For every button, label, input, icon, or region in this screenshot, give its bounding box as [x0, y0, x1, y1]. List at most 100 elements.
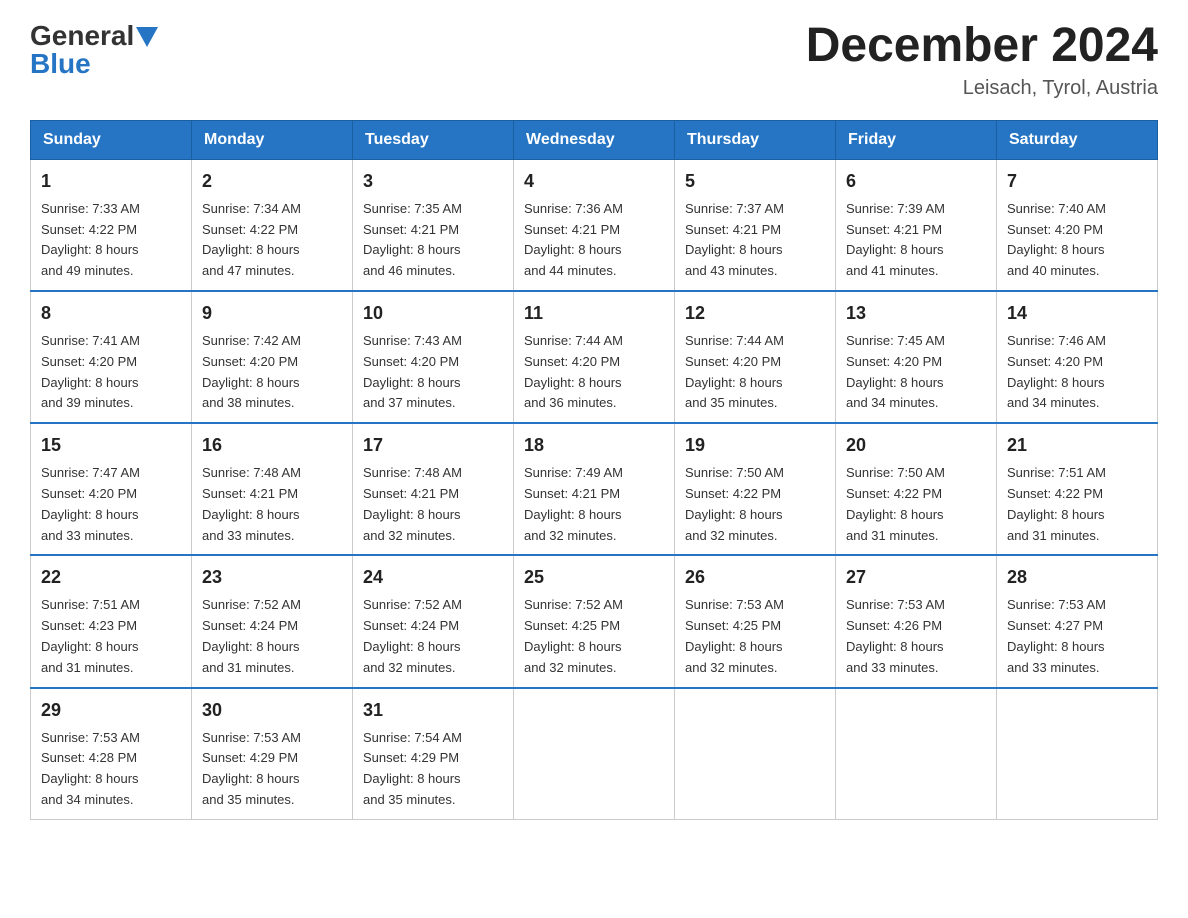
- calendar-cell: 11 Sunrise: 7:44 AMSunset: 4:20 PMDayligh…: [514, 291, 675, 423]
- calendar-header-friday: Friday: [836, 120, 997, 159]
- calendar-table: SundayMondayTuesdayWednesdayThursdayFrid…: [30, 120, 1158, 820]
- day-info: Sunrise: 7:40 AMSunset: 4:20 PMDaylight:…: [1007, 199, 1147, 282]
- day-number: 21: [1007, 432, 1147, 459]
- calendar-cell: 22Sunrise: 7:51 AMSunset: 4:23 PMDayligh…: [31, 555, 192, 687]
- day-number: 24: [363, 564, 503, 591]
- logo-blue-text: Blue: [30, 48, 91, 80]
- day-number: 11: [524, 300, 664, 327]
- day-info: Sunrise: 7:50 AMSunset: 4:22 PMDaylight:…: [685, 463, 825, 546]
- day-info: Sunrise: 7:48 AMSunset: 4:21 PMDaylight:…: [202, 463, 342, 546]
- calendar-cell: 4 Sunrise: 7:36 AMSunset: 4:21 PMDaylight…: [514, 159, 675, 291]
- calendar-header-saturday: Saturday: [997, 120, 1158, 159]
- day-info: Sunrise: 7:53 AMSunset: 4:28 PMDaylight:…: [41, 728, 181, 811]
- day-info: Sunrise: 7:49 AMSunset: 4:21 PMDaylight:…: [524, 463, 664, 546]
- day-info: Sunrise: 7:39 AMSunset: 4:21 PMDaylight:…: [846, 199, 986, 282]
- day-info: Sunrise: 7:53 AMSunset: 4:29 PMDaylight:…: [202, 728, 342, 811]
- calendar-cell: [997, 688, 1158, 820]
- calendar-cell: 6Sunrise: 7:39 AMSunset: 4:21 PMDaylight…: [836, 159, 997, 291]
- calendar-header-thursday: Thursday: [675, 120, 836, 159]
- calendar-header-wednesday: Wednesday: [514, 120, 675, 159]
- calendar-header-monday: Monday: [192, 120, 353, 159]
- day-info: Sunrise: 7:36 AMSunset: 4:21 PMDaylight:…: [524, 199, 664, 282]
- calendar-week-row: 29 Sunrise: 7:53 AMSunset: 4:28 PMDayligh…: [31, 688, 1158, 820]
- day-info: Sunrise: 7:48 AMSunset: 4:21 PMDaylight:…: [363, 463, 503, 546]
- day-info: Sunrise: 7:52 AMSunset: 4:24 PMDaylight:…: [202, 595, 342, 678]
- calendar-header-row: SundayMondayTuesdayWednesdayThursdayFrid…: [31, 120, 1158, 159]
- calendar-cell: 13 Sunrise: 7:45 AMSunset: 4:20 PMDayligh…: [836, 291, 997, 423]
- day-number: 12: [685, 300, 825, 327]
- day-info: Sunrise: 7:51 AMSunset: 4:22 PMDaylight:…: [1007, 463, 1147, 546]
- day-number: 16: [202, 432, 342, 459]
- calendar-cell: 21 Sunrise: 7:51 AMSunset: 4:22 PMDayligh…: [997, 423, 1158, 555]
- day-number: 14: [1007, 300, 1147, 327]
- month-year-title: December 2024: [806, 20, 1158, 73]
- day-number: 4: [524, 168, 664, 195]
- calendar-cell: 5 Sunrise: 7:37 AMSunset: 4:21 PMDaylight…: [675, 159, 836, 291]
- calendar-cell: 17 Sunrise: 7:48 AMSunset: 4:21 PMDayligh…: [353, 423, 514, 555]
- calendar-cell: 20 Sunrise: 7:50 AMSunset: 4:22 PMDayligh…: [836, 423, 997, 555]
- day-info: Sunrise: 7:46 AMSunset: 4:20 PMDaylight:…: [1007, 331, 1147, 414]
- day-number: 27: [846, 564, 986, 591]
- day-info: Sunrise: 7:35 AMSunset: 4:21 PMDaylight:…: [363, 199, 503, 282]
- day-number: 13: [846, 300, 986, 327]
- day-info: Sunrise: 7:43 AMSunset: 4:20 PMDaylight:…: [363, 331, 503, 414]
- day-number: 3: [363, 168, 503, 195]
- calendar-cell: 2 Sunrise: 7:34 AMSunset: 4:22 PMDaylight…: [192, 159, 353, 291]
- day-number: 10: [363, 300, 503, 327]
- day-info: Sunrise: 7:34 AMSunset: 4:22 PMDaylight:…: [202, 199, 342, 282]
- day-number: 8: [41, 300, 181, 327]
- day-number: 23: [202, 564, 342, 591]
- calendar-cell: 8 Sunrise: 7:41 AMSunset: 4:20 PMDaylight…: [31, 291, 192, 423]
- calendar-cell: 15 Sunrise: 7:47 AMSunset: 4:20 PMDayligh…: [31, 423, 192, 555]
- calendar-cell: 9Sunrise: 7:42 AMSunset: 4:20 PMDaylight…: [192, 291, 353, 423]
- day-info: Sunrise: 7:51 AMSunset: 4:23 PMDaylight:…: [41, 595, 181, 678]
- day-number: 20: [846, 432, 986, 459]
- calendar-cell: [836, 688, 997, 820]
- day-info: Sunrise: 7:37 AMSunset: 4:21 PMDaylight:…: [685, 199, 825, 282]
- day-info: Sunrise: 7:44 AMSunset: 4:20 PMDaylight:…: [524, 331, 664, 414]
- day-number: 15: [41, 432, 181, 459]
- day-info: Sunrise: 7:54 AMSunset: 4:29 PMDaylight:…: [363, 728, 503, 811]
- day-number: 19: [685, 432, 825, 459]
- calendar-cell: 16 Sunrise: 7:48 AMSunset: 4:21 PMDayligh…: [192, 423, 353, 555]
- calendar-cell: 30 Sunrise: 7:53 AMSunset: 4:29 PMDayligh…: [192, 688, 353, 820]
- day-number: 5: [685, 168, 825, 195]
- calendar-cell: 18Sunrise: 7:49 AMSunset: 4:21 PMDayligh…: [514, 423, 675, 555]
- day-number: 17: [363, 432, 503, 459]
- day-info: Sunrise: 7:41 AMSunset: 4:20 PMDaylight:…: [41, 331, 181, 414]
- calendar-cell: 29 Sunrise: 7:53 AMSunset: 4:28 PMDayligh…: [31, 688, 192, 820]
- calendar-cell: 3 Sunrise: 7:35 AMSunset: 4:21 PMDaylight…: [353, 159, 514, 291]
- day-info: Sunrise: 7:50 AMSunset: 4:22 PMDaylight:…: [846, 463, 986, 546]
- page-header: General Blue December 2024 Leisach, Tyro…: [30, 20, 1158, 100]
- calendar-week-row: 15 Sunrise: 7:47 AMSunset: 4:20 PMDayligh…: [31, 423, 1158, 555]
- calendar-week-row: 1 Sunrise: 7:33 AMSunset: 4:22 PMDaylight…: [31, 159, 1158, 291]
- calendar-week-row: 8 Sunrise: 7:41 AMSunset: 4:20 PMDaylight…: [31, 291, 1158, 423]
- calendar-cell: 24 Sunrise: 7:52 AMSunset: 4:24 PMDayligh…: [353, 555, 514, 687]
- calendar-cell: 25Sunrise: 7:52 AMSunset: 4:25 PMDayligh…: [514, 555, 675, 687]
- day-info: Sunrise: 7:33 AMSunset: 4:22 PMDaylight:…: [41, 199, 181, 282]
- day-info: Sunrise: 7:53 AMSunset: 4:27 PMDaylight:…: [1007, 595, 1147, 678]
- calendar-cell: 31 Sunrise: 7:54 AMSunset: 4:29 PMDayligh…: [353, 688, 514, 820]
- day-number: 1: [41, 168, 181, 195]
- day-number: 31: [363, 697, 503, 724]
- calendar-cell: 1 Sunrise: 7:33 AMSunset: 4:22 PMDaylight…: [31, 159, 192, 291]
- day-info: Sunrise: 7:42 AMSunset: 4:20 PMDaylight:…: [202, 331, 342, 414]
- calendar-cell: 19 Sunrise: 7:50 AMSunset: 4:22 PMDayligh…: [675, 423, 836, 555]
- day-number: 25: [524, 564, 664, 591]
- day-number: 30: [202, 697, 342, 724]
- day-number: 29: [41, 697, 181, 724]
- day-number: 2: [202, 168, 342, 195]
- calendar-cell: 23 Sunrise: 7:52 AMSunset: 4:24 PMDayligh…: [192, 555, 353, 687]
- logo: General Blue: [30, 20, 158, 80]
- calendar-header-tuesday: Tuesday: [353, 120, 514, 159]
- calendar-cell: 27Sunrise: 7:53 AMSunset: 4:26 PMDayligh…: [836, 555, 997, 687]
- day-info: Sunrise: 7:45 AMSunset: 4:20 PMDaylight:…: [846, 331, 986, 414]
- day-number: 28: [1007, 564, 1147, 591]
- day-info: Sunrise: 7:52 AMSunset: 4:24 PMDaylight:…: [363, 595, 503, 678]
- day-info: Sunrise: 7:44 AMSunset: 4:20 PMDaylight:…: [685, 331, 825, 414]
- day-number: 7: [1007, 168, 1147, 195]
- calendar-cell: 14 Sunrise: 7:46 AMSunset: 4:20 PMDayligh…: [997, 291, 1158, 423]
- day-info: Sunrise: 7:47 AMSunset: 4:20 PMDaylight:…: [41, 463, 181, 546]
- calendar-cell: [675, 688, 836, 820]
- calendar-header-sunday: Sunday: [31, 120, 192, 159]
